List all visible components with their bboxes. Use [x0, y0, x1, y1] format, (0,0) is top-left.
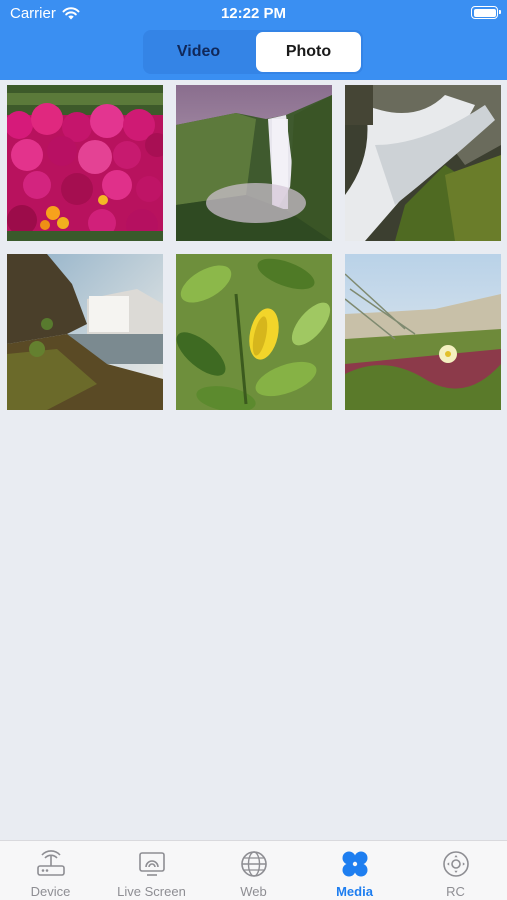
photo-pink-flowers	[7, 85, 163, 241]
tab-label-media: Media	[336, 884, 373, 899]
segment-video[interactable]: Video	[146, 32, 251, 72]
photo-thumbnail[interactable]	[7, 254, 163, 410]
photo-thumbnail[interactable]	[345, 254, 501, 410]
tab-device[interactable]: Device	[0, 841, 101, 900]
photo-waterfall-valley	[176, 85, 332, 241]
photo-waterfall-closeup	[345, 85, 501, 241]
status-bar: Carrier 12:22 PM	[0, 0, 507, 28]
segment-photo[interactable]: Photo	[256, 32, 361, 72]
tab-live-screen[interactable]: Live Screen	[101, 841, 202, 900]
tab-label-web: Web	[240, 884, 267, 899]
battery-icon	[471, 6, 501, 19]
tab-media[interactable]: Media	[304, 841, 405, 900]
globe-icon	[241, 851, 267, 877]
tab-label-live-screen: Live Screen	[117, 884, 186, 899]
photo-thumbnail[interactable]	[345, 85, 501, 241]
photo-thumbnail[interactable]	[176, 85, 332, 241]
photo-thumbnail[interactable]	[176, 254, 332, 410]
tab-bar: Device Live Screen Web Media RC	[0, 840, 507, 900]
photo-coastal-flower	[345, 254, 501, 410]
clock: 12:22 PM	[220, 5, 287, 22]
media-icon	[342, 851, 368, 877]
header-bar: Carrier 12:22 PM Video Photo	[0, 0, 507, 80]
remote-icon	[443, 851, 469, 877]
photo-coastal-waterfall	[7, 254, 163, 410]
router-icon	[37, 850, 65, 876]
media-type-segmented-control: Video Photo	[143, 30, 363, 74]
cast-icon	[139, 852, 165, 876]
tab-label-rc: RC	[446, 884, 465, 899]
tab-label-device: Device	[30, 884, 71, 899]
tab-web[interactable]: Web	[203, 841, 304, 900]
photo-thumbnail[interactable]	[7, 85, 163, 241]
tab-rc[interactable]: RC	[405, 841, 506, 900]
photo-green-leaves	[176, 254, 332, 410]
